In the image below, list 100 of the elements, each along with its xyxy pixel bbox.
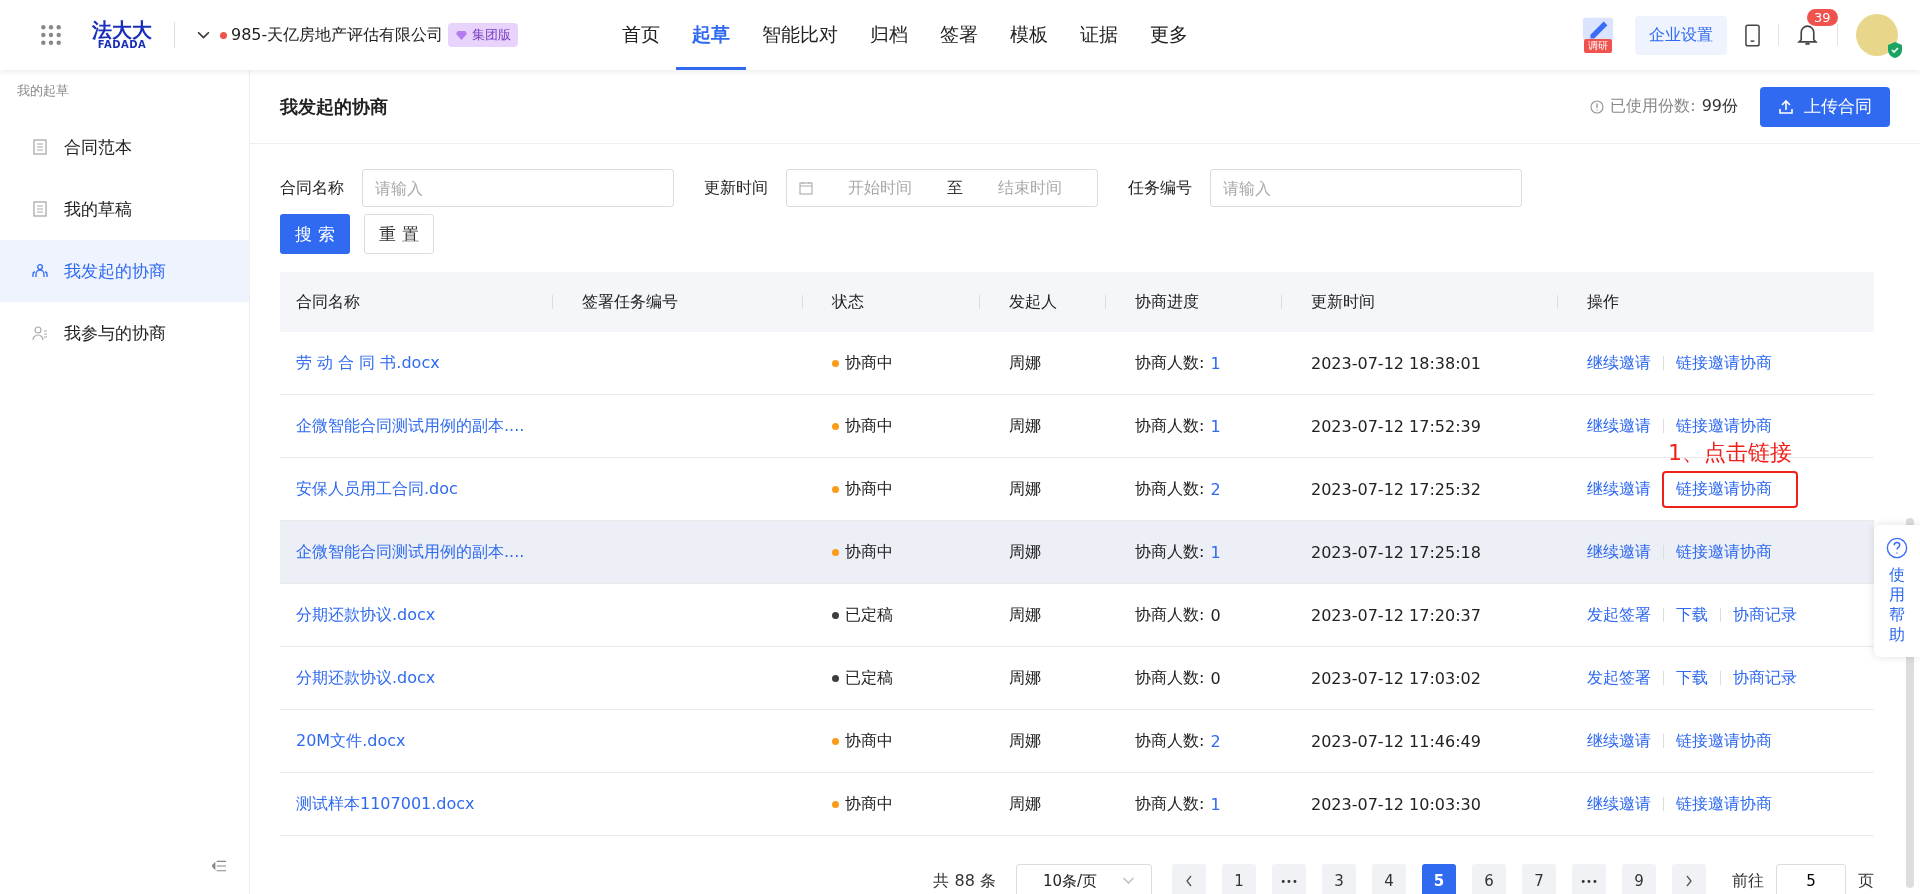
status-text: 协商中	[845, 730, 893, 752]
sidebar-item[interactable]: 我的草稿	[0, 178, 249, 240]
contract-name-link[interactable]: 分期还款协议.docx	[296, 604, 436, 626]
task-number-input[interactable]: 请输入	[1210, 169, 1522, 207]
action-link[interactable]: 继续邀请	[1587, 537, 1663, 567]
progress-label: 协商人数:	[1135, 604, 1205, 626]
page-button[interactable]: 5	[1422, 864, 1456, 894]
participant-count-link[interactable]: 2	[1210, 479, 1221, 499]
column-header: 合同名称	[296, 291, 360, 313]
action-link[interactable]: 下载	[1676, 600, 1720, 630]
nav-tab[interactable]: 更多	[1134, 0, 1205, 70]
participant-count-link[interactable]: 1	[1210, 794, 1221, 814]
update-time-cell: 2023-07-12 17:25:32	[1311, 479, 1481, 499]
action-link[interactable]: 发起签署	[1587, 663, 1663, 693]
update-time-cell: 2023-07-12 17:20:37	[1311, 605, 1481, 625]
enterprise-settings-button[interactable]: 企业设置	[1635, 15, 1727, 55]
sidebar-item[interactable]: 我参与的协商	[0, 302, 249, 364]
action-link[interactable]: 下载	[1676, 663, 1720, 693]
initiator-cell: 周娜	[1009, 667, 1041, 689]
document-icon	[32, 139, 48, 155]
contract-name-input[interactable]: 请输入	[362, 169, 674, 207]
status-text: 协商中	[845, 541, 893, 563]
contract-name-link[interactable]: 20M文件.docx	[296, 730, 406, 752]
nav-tab[interactable]: 归档	[854, 0, 925, 70]
participant-count-link[interactable]: 1	[1210, 353, 1221, 373]
page-button[interactable]: 1	[1222, 864, 1256, 894]
update-time-cell: 2023-07-12 18:38:01	[1311, 353, 1481, 373]
participant-count: 0	[1210, 668, 1221, 688]
document-icon	[32, 201, 48, 217]
avatar[interactable]	[1856, 14, 1898, 56]
help-tab[interactable]: 使用帮助	[1874, 525, 1920, 657]
status-text: 已定稿	[845, 667, 893, 689]
more-pages-button[interactable]: •••	[1572, 864, 1606, 894]
action-link[interactable]: 协商记录	[1733, 600, 1809, 630]
page-button[interactable]: 4	[1372, 864, 1406, 894]
chevron-down-icon	[1122, 877, 1135, 885]
page-size-select[interactable]: 10条/页	[1016, 864, 1152, 894]
reset-button[interactable]: 重 置	[364, 214, 434, 254]
chevron-down-icon[interactable]	[197, 30, 210, 40]
action-link[interactable]: 协商记录	[1733, 663, 1809, 693]
action-link[interactable]: 链接邀请协商	[1676, 726, 1784, 756]
progress-label: 协商人数:	[1135, 478, 1205, 500]
page-title: 我发起的协商	[280, 94, 388, 119]
help-icon	[1886, 537, 1908, 559]
action-link[interactable]: 继续邀请	[1587, 348, 1663, 378]
progress-label: 协商人数:	[1135, 352, 1205, 374]
page-button[interactable]: 9	[1622, 864, 1656, 894]
action-link[interactable]: 链接邀请协商	[1676, 348, 1784, 378]
action-link[interactable]: 链接邀请协商	[1676, 411, 1784, 441]
contract-name-link[interactable]: 企微智能合同测试用例的副本....	[296, 415, 525, 437]
contract-name-link[interactable]: 企微智能合同测试用例的副本....	[296, 541, 525, 563]
nav-tab[interactable]: 签署	[924, 0, 995, 70]
sidebar-item[interactable]: 合同范本	[0, 116, 249, 178]
column-header: 状态	[832, 291, 864, 313]
action-link[interactable]: 链接邀请协商	[1676, 537, 1784, 567]
sidebar-item[interactable]: 我发起的协商	[0, 240, 249, 302]
participant-count: 0	[1210, 605, 1221, 625]
action-link[interactable]: 继续邀请	[1587, 789, 1663, 819]
mobile-phone-icon[interactable]	[1745, 23, 1760, 47]
page-button[interactable]: 7	[1522, 864, 1556, 894]
annotation-text: 1、点击链接	[1668, 442, 1792, 464]
contract-name-link[interactable]: 测试样本1107001.docx	[296, 793, 475, 815]
contract-name-link[interactable]: 劳 动 合 同 书.docx	[296, 352, 440, 374]
nav-tab[interactable]: 智能比对	[746, 0, 855, 70]
collapse-sidebar-icon[interactable]	[212, 860, 227, 872]
action-link[interactable]: 发起签署	[1587, 600, 1663, 630]
action-link[interactable]: 继续邀请	[1587, 411, 1663, 441]
page-button[interactable]: 3	[1322, 864, 1356, 894]
upload-contract-button[interactable]: 上传合同	[1760, 86, 1890, 127]
initiator-cell: 周娜	[1009, 541, 1041, 563]
column-header: 发起人	[1009, 291, 1057, 313]
company-name[interactable]: 985-天亿房地产评估有限公司	[231, 24, 444, 46]
more-pages-button[interactable]: •••	[1272, 864, 1306, 894]
update-time-cell: 2023-07-12 11:46:49	[1311, 731, 1481, 751]
nav-tab[interactable]: 首页	[606, 0, 677, 70]
action-link[interactable]: 链接邀请协商	[1676, 789, 1784, 819]
notification-count-badge: 39	[1807, 9, 1838, 26]
page-button[interactable]: 6	[1472, 864, 1506, 894]
notification-bell-icon[interactable]	[1797, 23, 1818, 46]
app-grid-icon[interactable]	[40, 24, 62, 46]
search-button[interactable]: 搜 索	[280, 214, 350, 254]
participant-count-link[interactable]: 1	[1210, 416, 1221, 436]
person-list-icon	[32, 325, 48, 341]
action-link[interactable]: 继续邀请	[1587, 474, 1663, 504]
status-text: 协商中	[845, 478, 893, 500]
update-time-cell: 2023-07-12 10:03:30	[1311, 794, 1481, 814]
survey-button[interactable]: 调研	[1579, 17, 1617, 53]
participant-count-link[interactable]: 1	[1210, 542, 1221, 562]
participant-count-link[interactable]: 2	[1210, 731, 1221, 751]
initiator-cell: 周娜	[1009, 478, 1041, 500]
nav-tab[interactable]: 证据	[1064, 0, 1135, 70]
initiator-cell: 周娜	[1009, 352, 1041, 374]
contract-name-link[interactable]: 安保人员用工合同.doc	[296, 478, 458, 500]
action-link[interactable]: 继续邀请	[1587, 726, 1663, 756]
action-link[interactable]: 链接邀请协商	[1664, 472, 1796, 506]
date-range-picker[interactable]: 开始时间 至 结束时间	[786, 169, 1098, 207]
goto-page-input[interactable]: 5	[1776, 864, 1846, 894]
nav-tab[interactable]: 模板	[994, 0, 1065, 70]
contract-name-link[interactable]: 分期还款协议.docx	[296, 667, 436, 689]
filter-label: 任务编号	[1128, 177, 1192, 199]
